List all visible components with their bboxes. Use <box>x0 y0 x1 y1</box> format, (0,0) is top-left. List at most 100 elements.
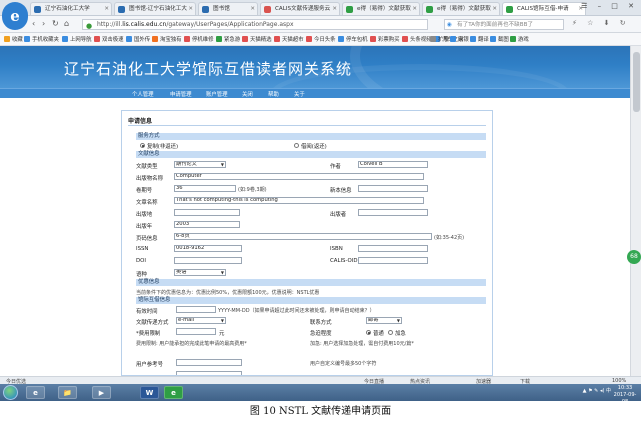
bookmark-item[interactable]: 国外传 <box>126 35 150 43</box>
browser-tab-active[interactable]: CALIS馆际互借-申请 ✕ <box>502 2 586 15</box>
browser-tab-1[interactable]: 辽宁石油化工大学 ✕ <box>30 2 112 15</box>
bookmark-favicon-icon <box>470 36 476 42</box>
radio-copy[interactable] <box>140 143 145 148</box>
taskbar-media-icon[interactable]: ▶ <box>92 386 111 399</box>
tab-favicon-icon <box>346 6 353 13</box>
tab-close-icon[interactable]: ✕ <box>188 3 193 15</box>
floating-badge[interactable]: 68 <box>627 250 641 264</box>
bookmark-favicon-icon <box>152 36 158 42</box>
tab-favicon-icon <box>34 6 41 13</box>
browser-logo: e <box>2 2 28 30</box>
language-select[interactable]: 英语 <box>174 269 226 276</box>
tab-close-icon[interactable]: ✕ <box>250 3 255 15</box>
taskbar-word-icon[interactable]: W <box>140 386 159 399</box>
volume-hint: (如:9卷,3期) <box>238 187 267 193</box>
radio-normal[interactable] <box>366 330 371 335</box>
menu-item-personal[interactable]: 个人管理 <box>132 90 154 98</box>
window-controls[interactable]: ☰ – □ ✕ <box>581 2 638 10</box>
browser-tab-6[interactable]: e得（易得）文献获取 ✕ <box>422 2 500 15</box>
place-input[interactable] <box>174 209 240 216</box>
tab-close-icon[interactable]: ✕ <box>104 3 109 15</box>
label-volume: 卷期号 <box>136 188 153 194</box>
calis-oid-input[interactable] <box>358 257 428 264</box>
doi-input[interactable] <box>174 257 242 264</box>
search-icon: ◉ <box>447 22 452 28</box>
bookmark-item[interactable]: 天猫超市 <box>274 35 304 43</box>
isbn-input[interactable] <box>358 245 428 252</box>
secure-site-icon: ● <box>86 22 93 30</box>
doc-type-select[interactable]: 期刊论文 <box>174 161 226 168</box>
label-doc-type: 文献类型 <box>136 164 158 170</box>
pages-input[interactable]: 6-8页 <box>174 233 432 240</box>
scrollbar-thumb[interactable] <box>633 52 640 112</box>
tab-close-icon[interactable]: ✕ <box>492 3 497 15</box>
publisher-input[interactable] <box>358 209 428 216</box>
menu-item-requests[interactable]: 申请管理 <box>170 90 192 98</box>
browser-tab-2[interactable]: 图书馆-辽宁石油化工大 ✕ <box>114 2 196 15</box>
page-scrollbar[interactable] <box>630 46 641 376</box>
issn-input[interactable]: 0018-9162 <box>174 245 242 252</box>
valid-time-input[interactable] <box>176 306 216 313</box>
contact-select[interactable]: 邮寄 <box>366 317 402 324</box>
forward-icon[interactable]: › <box>42 19 45 28</box>
fee-limit-input[interactable] <box>176 328 216 335</box>
volume-input[interactable]: 36 <box>174 185 236 192</box>
article-input[interactable]: That's not computing-this is computing <box>174 197 424 204</box>
radio-loan[interactable] <box>294 143 299 148</box>
radio-urgent[interactable] <box>388 330 393 335</box>
toolbar-icons[interactable]: ⚡ ☆ ⬇ ↻ <box>572 19 630 27</box>
url-input[interactable]: ● http://ill.lis.calis.edu.cn/gateway/Us… <box>82 19 428 30</box>
taskbar-ie-icon[interactable]: e <box>26 386 45 399</box>
menu-item-help[interactable]: 帮助 <box>268 90 279 98</box>
bookmark-favicon-icon <box>216 36 222 42</box>
user-ref-input[interactable] <box>176 359 242 366</box>
delivery-select[interactable]: e-mail <box>176 317 226 324</box>
bookmark-item[interactable]: 游戏 <box>510 35 529 43</box>
new-info-input[interactable] <box>358 185 428 192</box>
browser-tab-4[interactable]: CALIS文献传递服务云 ✕ <box>260 2 340 15</box>
fee-limit-note: 费用限制: 用户能承担的完成此笔申请的最高费用* <box>136 341 247 347</box>
menu-item-account[interactable]: 账户管理 <box>206 90 228 98</box>
tab-close-icon[interactable]: ✕ <box>412 3 417 15</box>
bookmark-item[interactable]: 紧急游 <box>216 35 240 43</box>
bookmark-item[interactable]: 今日头条 <box>306 35 336 43</box>
browser-status-bar: 今日优选 今日直播 热点资讯 加速器 下载 100% <box>0 376 641 385</box>
bookmark-item[interactable]: 停车包机 <box>338 35 368 43</box>
bookmark-item[interactable]: 淘宝独有 <box>152 35 182 43</box>
bookmark-item[interactable]: 收藏 <box>4 35 23 43</box>
back-icon[interactable]: ‹ <box>32 19 35 28</box>
author-input[interactable]: Colvell B <box>358 161 428 168</box>
menu-item-close[interactable]: 关闭 <box>242 90 253 98</box>
start-button[interactable] <box>3 385 18 400</box>
label-article: 文章名称 <box>136 200 158 206</box>
source-input[interactable]: Computer <box>174 173 424 180</box>
bookmark-item[interactable]: 天猫精选 <box>242 35 272 43</box>
browser-tab-3[interactable]: 图书馆 ✕ <box>198 2 258 15</box>
urgent-note: 加急: 用户选择加急处理，需自付费用10元/篇* <box>310 341 414 347</box>
bookmark-item[interactable]: 停机维修 <box>184 35 214 43</box>
bookmark-item[interactable]: 头条视频 <box>402 35 432 43</box>
bookmark-item[interactable]: 扩展 <box>430 35 449 43</box>
bookmark-favicon-icon <box>510 36 516 42</box>
bookmark-item[interactable]: 截图 <box>490 35 509 43</box>
menu-item-about[interactable]: 关于 <box>294 90 305 98</box>
bookmark-item[interactable]: 上网导航 <box>62 35 92 43</box>
taskbar-folder-icon[interactable]: 📁 <box>58 386 77 399</box>
bookmark-favicon-icon <box>338 36 344 42</box>
tab-close-icon[interactable]: ✕ <box>332 3 337 15</box>
bookmark-item[interactable]: 翻译 <box>470 35 489 43</box>
bookmark-item[interactable]: 双击极速 <box>94 35 124 43</box>
label-fee-limit: *费用限制 <box>136 331 161 337</box>
bookmark-item[interactable]: 手机收藏夹 <box>24 35 59 43</box>
label-pages: 页码信息 <box>136 236 158 242</box>
taskbar-browser-icon[interactable]: e <box>164 386 183 399</box>
home-icon[interactable]: ⌂ <box>64 19 69 28</box>
reload-icon[interactable]: ↻ <box>52 19 59 28</box>
divider <box>128 125 486 126</box>
bookmark-item[interactable]: 网银 <box>450 35 469 43</box>
year-input[interactable]: 2003 <box>174 221 240 228</box>
search-input[interactable]: ◉ 有了TA你的面前再也不缺BB了 <box>444 19 564 30</box>
browser-tab-5[interactable]: e得（易得）文献获取 ✕ <box>342 2 420 15</box>
bookmark-item[interactable]: 彩票购买 <box>370 35 400 43</box>
system-tray[interactable]: ▲ ⚑ ✎ ◂) 中 <box>583 387 611 394</box>
